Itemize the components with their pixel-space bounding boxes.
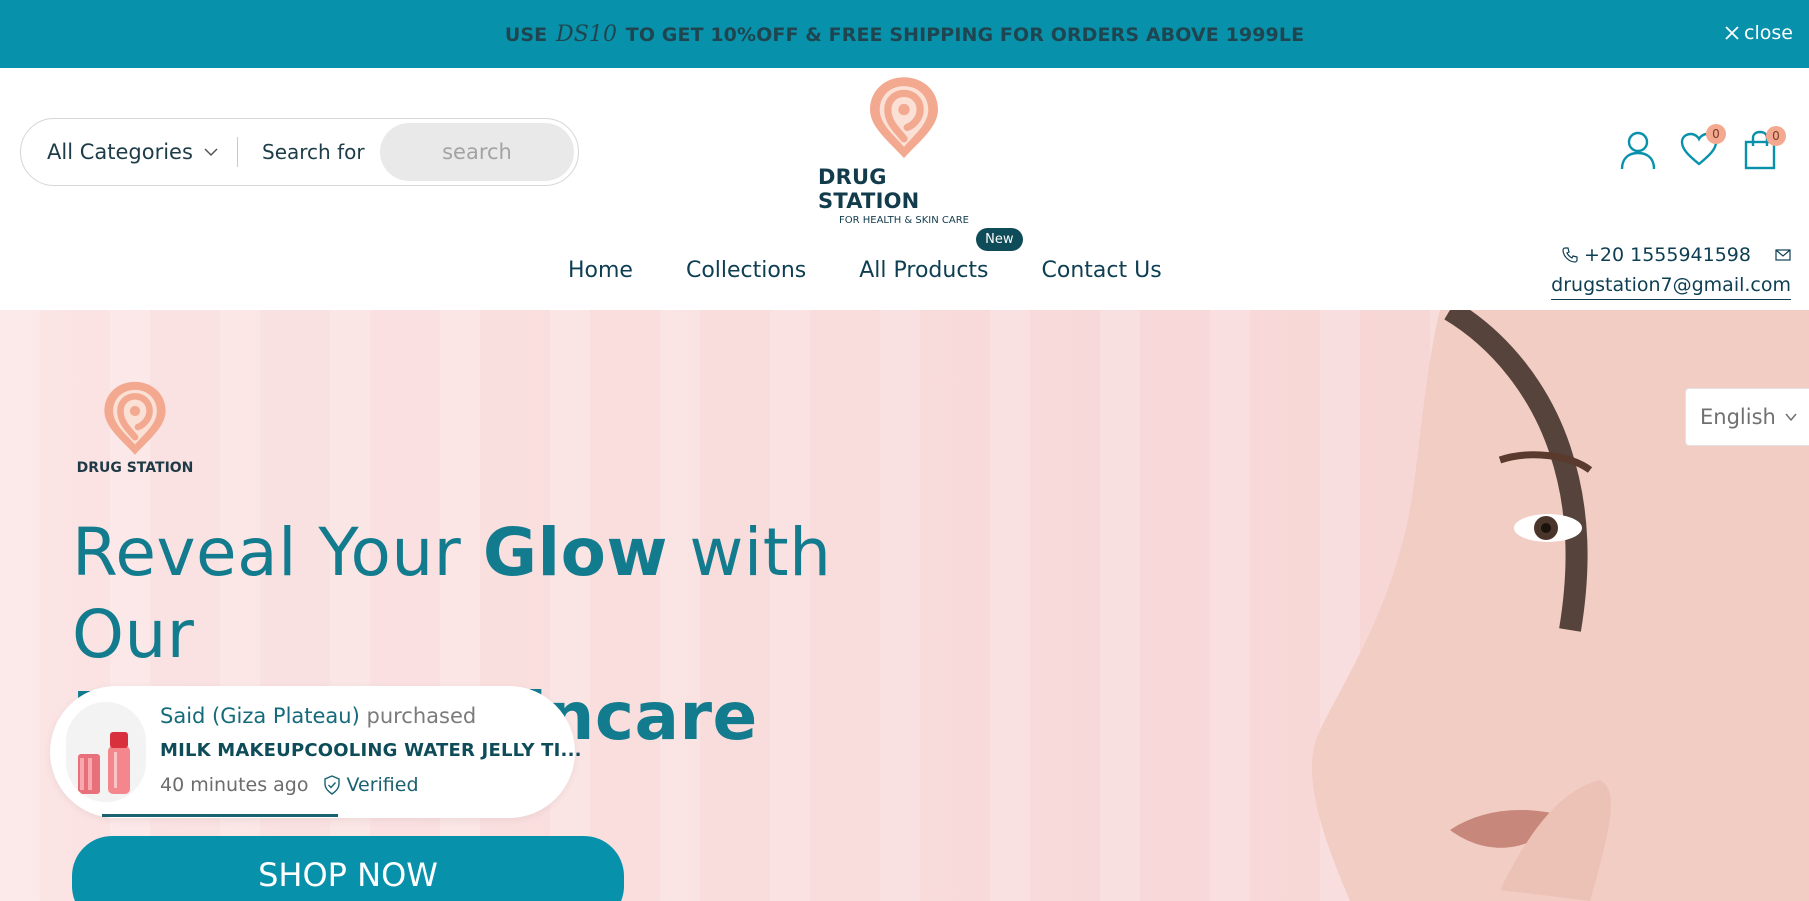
nav-item-all-products[interactable]: All Products New [859, 228, 1023, 283]
announcement-close-button[interactable]: close [1724, 22, 1793, 44]
popup-customer: Said (Giza Plateau) [160, 704, 360, 728]
popup-product-name[interactable]: MILK MAKEUPCOOLING WATER JELLY TI... [160, 740, 582, 761]
hero-logo: DRUG STATION [72, 378, 198, 476]
site-logo[interactable]: DRUG STATION FOR HEALTH & SKIN CARE [818, 74, 990, 226]
recent-purchase-popup[interactable]: Said (Giza Plateau) purchased MILK MAKEU… [50, 686, 581, 818]
wishlist-button[interactable]: 0 [1680, 124, 1726, 166]
phone-icon [1562, 247, 1578, 263]
category-select[interactable]: All Categories [21, 140, 237, 164]
logo-name: DRUG STATION [818, 165, 920, 213]
popup-verified: Verified [323, 774, 419, 796]
shop-now-button[interactable]: SHOP NOW [72, 836, 624, 901]
popup-progress-bar [102, 814, 338, 817]
wishlist-count-badge: 0 [1706, 124, 1726, 144]
cart-count-badge: 0 [1766, 126, 1786, 146]
chevron-down-icon [1785, 413, 1797, 422]
search-button[interactable]: search [380, 123, 574, 181]
search-divider [237, 137, 238, 167]
search-bar: All Categories search [20, 118, 579, 186]
new-badge: New [976, 228, 1023, 251]
logo-tagline: FOR HEALTH & SKIN CARE [838, 215, 969, 226]
product-thumbnail [66, 702, 146, 802]
promo-code: DS10 [555, 21, 618, 47]
popup-meta: 40 minutes ago Verified [160, 774, 419, 796]
nav-item-collections[interactable]: Collections [686, 258, 806, 283]
main-nav: Home Collections All Products New Contac… [568, 228, 1162, 283]
announcement-prefix: USE [504, 23, 548, 46]
hero-title-bold1: Glow [482, 514, 668, 591]
shield-check-icon [323, 775, 340, 795]
contact-phone[interactable]: +20 1555941598 [1584, 244, 1751, 266]
close-icon [1725, 26, 1739, 40]
cart-button[interactable]: 0 [1744, 126, 1786, 170]
close-label: close [1744, 22, 1793, 44]
account-button[interactable] [1620, 130, 1656, 170]
chevron-down-icon [204, 148, 218, 157]
popup-customer-line: Said (Giza Plateau) purchased [160, 704, 476, 728]
announcement-bar: USE DS10 TO GET 10%OFF & FREE SHIPPING F… [0, 0, 1809, 68]
language-select[interactable]: English [1685, 388, 1809, 446]
location-pin-logo-icon [104, 381, 166, 455]
popup-time: 40 minutes ago [160, 774, 309, 796]
language-selected: English [1700, 405, 1776, 429]
contact-info: +20 1555941598 drugstation7@gmail.com [1551, 244, 1791, 300]
nav-item-home[interactable]: Home [568, 258, 633, 283]
announcement-suffix: TO GET 10%OFF & FREE SHIPPING FOR ORDERS… [625, 23, 1305, 46]
location-pin-logo-icon [870, 77, 938, 159]
hero-logo-name: DRUG STATION [76, 460, 194, 476]
nav-item-all-products-label: All Products [859, 258, 989, 283]
search-input[interactable] [262, 140, 374, 164]
category-select-value: All Categories [47, 140, 193, 164]
user-icon [1620, 131, 1656, 170]
product-image [66, 702, 146, 802]
popup-verified-label: Verified [346, 774, 419, 796]
announcement-text: USE DS10 TO GET 10%OFF & FREE SHIPPING F… [505, 22, 1304, 47]
contact-email[interactable]: drugstation7@gmail.com [1551, 274, 1791, 300]
hero-title-part1: Reveal Your [72, 514, 483, 591]
popup-action: purchased [366, 704, 477, 728]
mail-icon [1775, 249, 1791, 261]
nav-item-contact-us[interactable]: Contact Us [1042, 258, 1162, 283]
